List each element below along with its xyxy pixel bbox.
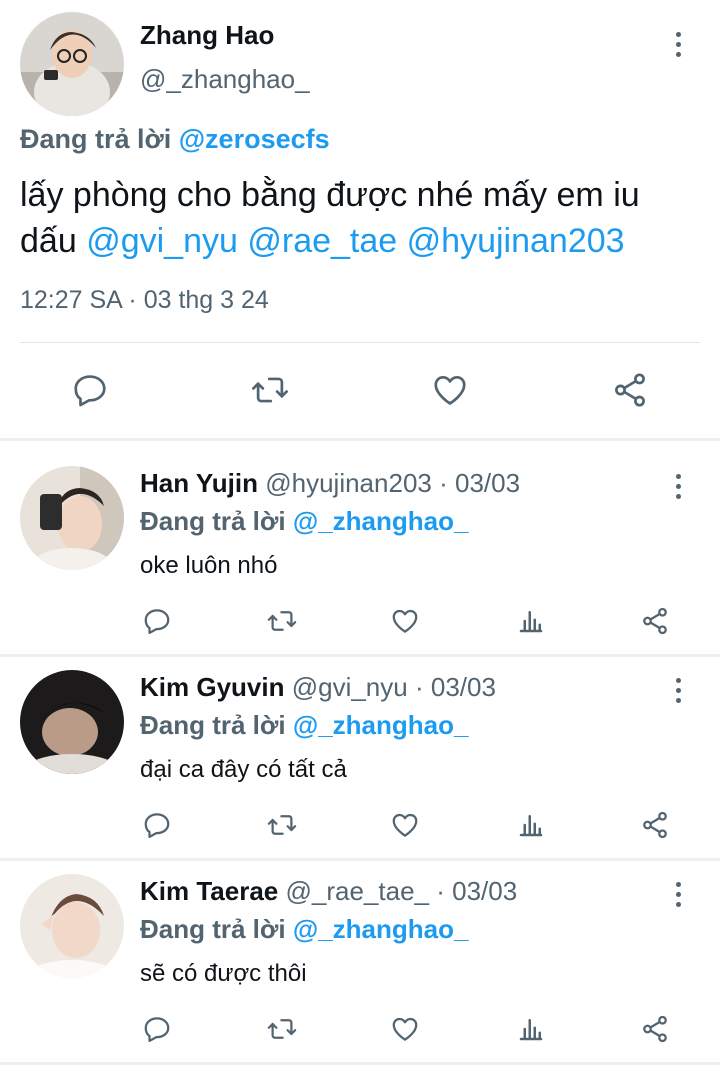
- mention-link[interactable]: @hyujinan203: [407, 222, 625, 260]
- replying-mention[interactable]: @zerosecfs: [179, 124, 330, 154]
- reply-tweet: Kim Gyuvin @gvi_nyu · 03/03 Đang trả lời…: [0, 660, 720, 860]
- author-name[interactable]: Kim Gyuvin: [140, 672, 284, 702]
- share-icon[interactable]: [638, 808, 672, 842]
- author-handle[interactable]: @hyujinan203: [265, 468, 432, 498]
- retweet-icon[interactable]: [264, 808, 300, 842]
- mention-link[interactable]: @rae_tae: [247, 222, 397, 260]
- views-icon[interactable]: [514, 808, 548, 842]
- more-options-icon[interactable]: [666, 470, 690, 502]
- reply-icon[interactable]: [140, 808, 174, 842]
- author-name[interactable]: Han Yujin: [140, 468, 258, 498]
- replying-prefix: Đang trả lời: [140, 914, 286, 944]
- reply-header: Kim Taerae @_rae_tae_ · 03/03: [140, 876, 517, 907]
- avatar[interactable]: [20, 874, 124, 978]
- retweet-icon[interactable]: [248, 370, 292, 410]
- views-icon[interactable]: [514, 604, 548, 638]
- reply-header: Han Yujin @hyujinan203 · 03/03: [140, 468, 520, 499]
- share-icon[interactable]: [638, 604, 672, 638]
- replying-prefix: Đang trả lời: [140, 506, 286, 536]
- reply-date[interactable]: 03/03: [455, 468, 520, 498]
- separator-dot: ·: [436, 876, 445, 906]
- tweet-timestamp[interactable]: 12:27 SA · 03 thg 3 24: [20, 286, 269, 315]
- reply-icon[interactable]: [70, 370, 110, 410]
- mention-link[interactable]: @gvi_nyu: [86, 222, 238, 260]
- reply-date[interactable]: 03/03: [452, 876, 517, 906]
- replying-to: Đang trả lời @_zhanghao_: [140, 914, 468, 945]
- retweet-icon[interactable]: [264, 604, 300, 638]
- like-icon[interactable]: [388, 604, 422, 638]
- author-name[interactable]: Zhang Hao: [140, 20, 274, 51]
- replying-to: Đang trả lời @_zhanghao_: [140, 710, 468, 741]
- reply-text: sẽ có được thôi: [140, 960, 307, 987]
- replying-mention[interactable]: @_zhanghao_: [293, 710, 469, 740]
- views-icon[interactable]: [514, 1012, 548, 1046]
- author-handle[interactable]: @_zhanghao_: [140, 64, 310, 95]
- more-options-icon[interactable]: [666, 878, 690, 910]
- reply-text: đại ca đây có tất cả: [140, 756, 347, 783]
- avatar[interactable]: [20, 12, 124, 116]
- reply-icon[interactable]: [140, 604, 174, 638]
- reply-icon[interactable]: [140, 1012, 174, 1046]
- share-icon[interactable]: [610, 370, 650, 410]
- divider: [0, 654, 720, 657]
- like-icon[interactable]: [430, 370, 470, 410]
- divider: [0, 438, 720, 441]
- more-options-icon[interactable]: [666, 28, 690, 60]
- like-icon[interactable]: [388, 1012, 422, 1046]
- reply-header: Kim Gyuvin @gvi_nyu · 03/03: [140, 672, 496, 703]
- replying-mention[interactable]: @_zhanghao_: [293, 506, 469, 536]
- divider: [0, 858, 720, 861]
- reply-text: oke luôn nhó: [140, 552, 278, 579]
- author-handle[interactable]: @gvi_nyu: [292, 672, 408, 702]
- reply-tweet: Han Yujin @hyujinan203 · 03/03 Đang trả …: [0, 456, 720, 656]
- author-name[interactable]: Kim Taerae: [140, 876, 278, 906]
- replying-prefix: Đang trả lời: [140, 710, 286, 740]
- replying-to: Đang trả lời @_zhanghao_: [140, 506, 468, 537]
- author-handle[interactable]: @_rae_tae_: [286, 876, 430, 906]
- separator-dot: ·: [439, 468, 448, 498]
- replying-prefix: Đang trả lời: [20, 124, 172, 154]
- replying-mention[interactable]: @_zhanghao_: [293, 914, 469, 944]
- divider: [0, 1062, 720, 1065]
- tweet-text: lấy phòng cho bằng được nhé mấy em iu dấ…: [20, 172, 700, 264]
- share-icon[interactable]: [638, 1012, 672, 1046]
- replying-to: Đang trả lời @zerosecfs: [20, 124, 330, 155]
- like-icon[interactable]: [388, 808, 422, 842]
- avatar[interactable]: [20, 670, 124, 774]
- avatar[interactable]: [20, 466, 124, 570]
- divider: [20, 342, 700, 343]
- more-options-icon[interactable]: [666, 674, 690, 706]
- reply-date[interactable]: 03/03: [431, 672, 496, 702]
- main-tweet: Zhang Hao @_zhanghao_ Đang trả lời @zero…: [0, 0, 720, 440]
- reply-tweet: Kim Taerae @_rae_tae_ · 03/03 Đang trả l…: [0, 864, 720, 1064]
- separator-dot: ·: [414, 672, 424, 702]
- retweet-icon[interactable]: [264, 1012, 300, 1046]
